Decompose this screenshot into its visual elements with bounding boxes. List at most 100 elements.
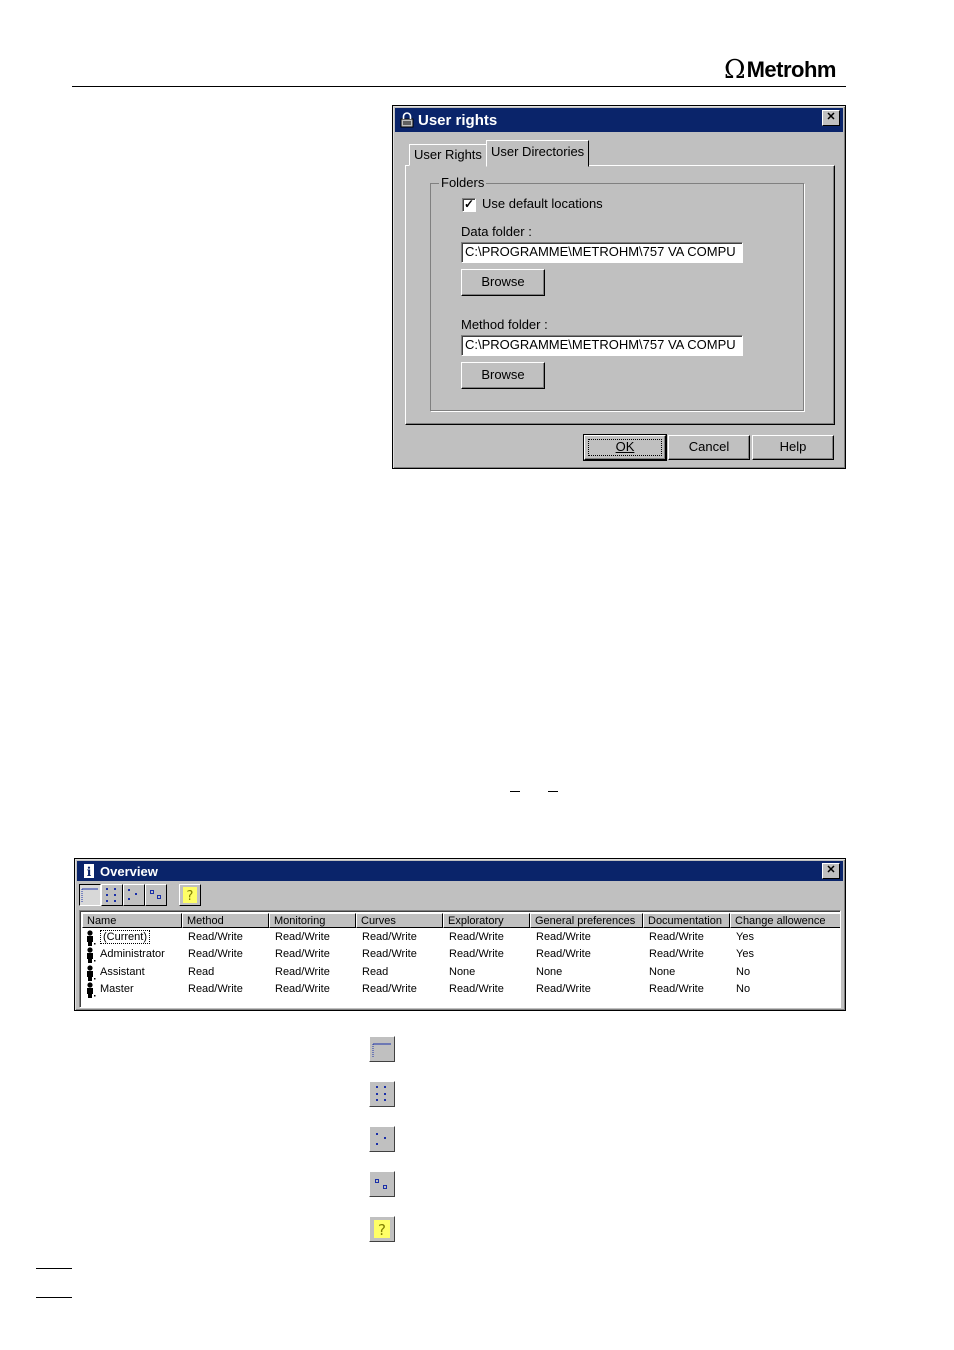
data-folder-browse-button[interactable]: Browse — [461, 269, 545, 296]
table-cell: Read/Write — [649, 948, 704, 961]
column-header[interactable]: Method — [182, 913, 269, 928]
details-view-icon — [372, 1043, 391, 1057]
legend-large-icons-view — [369, 1081, 395, 1107]
table-cell: Read/Write — [275, 982, 330, 995]
use-default-locations-label: Use default locations — [482, 196, 603, 211]
cancel-button-label: Cancel — [688, 439, 730, 454]
user-rights-dialog: User rights ✕ Folders ✓ Use default loca… — [392, 105, 846, 469]
data-folder-label: Data folder : — [461, 224, 532, 239]
column-header[interactable]: General preferences — [530, 913, 643, 928]
table-cell: Read/Write — [275, 931, 330, 943]
user-name-cell[interactable]: Administrator — [100, 948, 165, 960]
table-cell: Read/Write — [649, 982, 704, 995]
info-icon: i — [84, 864, 94, 879]
margin-rule — [36, 1268, 72, 1269]
list-view-icon — [150, 890, 161, 899]
small-icons-view-icon — [376, 1133, 386, 1145]
table-cell: Read/Write — [449, 931, 504, 943]
tab-user-rights[interactable]: User Rights — [409, 144, 487, 166]
overview-window: i Overview ✕ ? Name Method Monitoring Curve… — [74, 858, 846, 1011]
close-icon[interactable]: ✕ — [822, 863, 840, 879]
folders-groupbox: Folders ✓ Use default locations Data fol… — [430, 175, 804, 411]
user-name-cell[interactable]: (Current) — [100, 930, 151, 944]
method-folder-browse-button[interactable]: Browse — [461, 362, 545, 389]
ok-button[interactable]: OK — [583, 434, 667, 461]
small-icons-view-button[interactable] — [123, 884, 145, 906]
table-cell: Read — [362, 965, 389, 978]
underscore-mark — [548, 791, 558, 792]
large-icons-view-button[interactable] — [101, 884, 123, 906]
svg-text:?: ? — [187, 889, 194, 904]
help-icon: ? — [374, 1220, 390, 1239]
help-tool-button[interactable]: ? — [179, 884, 201, 906]
metrohm-logo: Ω Metrohm — [724, 56, 836, 84]
large-icons-view-icon — [106, 888, 116, 902]
table-cell: None — [449, 965, 476, 978]
details-view-icon — [81, 888, 98, 902]
data-folder-input[interactable]: C:\PROGRAMME\METROHM\757 VA COMPU — [461, 242, 743, 263]
table-cell: No — [736, 965, 751, 978]
overview-titlebar[interactable]: i Overview ✕ — [77, 861, 843, 881]
column-header[interactable]: Exploratory — [443, 913, 530, 928]
underscore-mark — [510, 791, 520, 792]
user-name-cell[interactable]: Assistant — [100, 966, 145, 978]
small-icons-view-icon — [128, 889, 137, 900]
overview-title: Overview — [100, 863, 158, 879]
user-rights-listview[interactable]: Name Method Monitoring Curves Exploratory Gen… — [79, 910, 841, 1008]
table-cell: Read — [188, 965, 215, 978]
table-cell: No — [736, 982, 751, 995]
table-cell: Read/Write — [362, 948, 417, 961]
legend-small-icons-view — [369, 1126, 395, 1152]
column-header[interactable]: Change allowence — [730, 913, 840, 928]
cancel-button[interactable]: Cancel — [668, 435, 750, 460]
details-view-button[interactable] — [79, 884, 101, 906]
legend-details-view — [369, 1036, 395, 1062]
close-icon[interactable]: ✕ — [822, 110, 840, 126]
user-icon — [87, 982, 96, 998]
column-header[interactable]: Curves — [356, 913, 443, 928]
table-cell: Read/Write — [536, 982, 591, 995]
focus-rect — [588, 439, 662, 456]
column-header[interactable]: Documentation — [643, 913, 730, 928]
column-header[interactable]: Monitoring — [269, 913, 356, 928]
table-cell: Read/Write — [188, 931, 243, 943]
tab-panel-user-directories: Folders ✓ Use default locations Data fol… — [405, 165, 835, 425]
svg-text:i: i — [87, 865, 92, 879]
column-header[interactable]: Name — [82, 913, 182, 928]
tab-user-directories[interactable]: User Directories — [486, 140, 590, 167]
user-icon — [87, 964, 96, 981]
margin-rule — [36, 1297, 72, 1298]
table-cell: Yes — [736, 948, 754, 961]
table-cell: Read/Write — [449, 948, 504, 961]
table-cell: Read/Write — [362, 931, 417, 943]
use-default-locations-checkbox[interactable]: ✓ — [462, 198, 476, 212]
table-cell: Yes — [736, 931, 754, 943]
method-folder-input[interactable]: C:\PROGRAMME\METROHM\757 VA COMPU — [461, 335, 743, 356]
table-cell: Read/Write — [188, 948, 243, 961]
dialog-titlebar[interactable]: User rights ✕ — [395, 108, 843, 132]
lock-icon — [400, 112, 414, 128]
omega-logo-icon: Ω — [724, 55, 746, 85]
table-cell: Read/Write — [536, 948, 591, 961]
brand-name: Metrohm — [746, 57, 837, 82]
header-rule — [72, 86, 846, 87]
legend-help: ? — [369, 1216, 395, 1242]
help-icon: ? — [183, 887, 197, 904]
svg-text:?: ? — [378, 1221, 386, 1239]
table-cell: Read/Write — [362, 982, 417, 995]
list-view-icon — [375, 1179, 387, 1189]
folders-group-label: Folders — [439, 175, 487, 190]
dialog-title: User rights — [418, 111, 498, 129]
help-button[interactable]: Help — [752, 435, 834, 460]
table-cell: Read/Write — [275, 965, 330, 978]
user-name-cell[interactable]: Master — [100, 983, 134, 995]
list-view-button[interactable] — [145, 884, 167, 906]
user-icon — [87, 930, 96, 946]
table-cell: Read/Write — [188, 982, 243, 995]
table-cell: Read/Write — [536, 931, 591, 943]
method-folder-label: Method folder : — [461, 317, 548, 332]
large-icons-view-icon — [376, 1086, 386, 1101]
user-icon — [87, 947, 96, 964]
table-cell: Read/Write — [649, 931, 704, 943]
legend-list-view — [369, 1171, 395, 1197]
